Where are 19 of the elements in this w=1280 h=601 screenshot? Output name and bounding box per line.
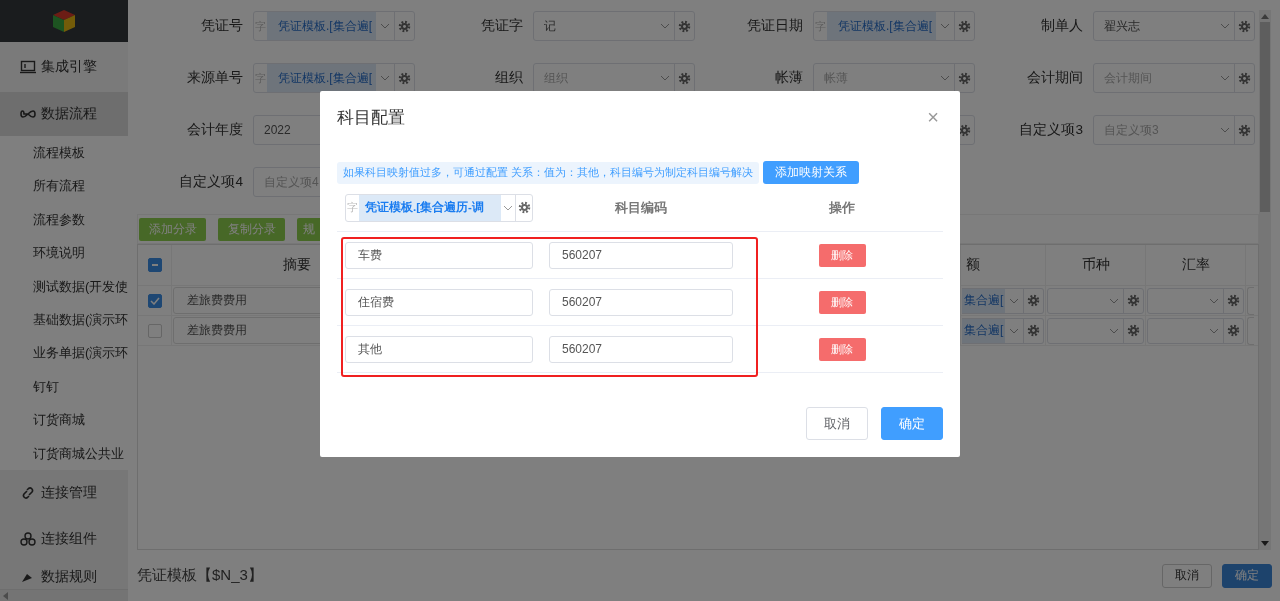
column-header: 汇率 (1146, 245, 1246, 285)
field-label: 凭证字 (480, 17, 524, 35)
field-label: 会计年度 (186, 121, 244, 139)
field-label: 凭证号 (200, 17, 244, 35)
field-label: 帐薄 (774, 69, 804, 87)
field-label: 会计期间 (1026, 69, 1084, 87)
column-header: 操作 (829, 198, 855, 217)
column-header: 科目编码 (615, 198, 667, 217)
dialog-title: 科目配置 (337, 106, 405, 129)
field-label: 来源单号 (186, 69, 244, 87)
column-header: 币种 (1046, 245, 1146, 285)
info-tip: 如果科目映射值过多，可通过配置 关系：值为：其他，科目编号为制定科目编号解决 (337, 161, 759, 184)
field-label: 自定义项4 (178, 173, 244, 191)
template-title: 凭证模板【$N_3】 (137, 566, 264, 585)
column-header: 额 (961, 245, 1046, 285)
field-label: 凭证日期 (746, 17, 804, 35)
field-label: 自定义项3 (1018, 121, 1084, 139)
field-label: 组织 (494, 69, 524, 87)
field-label: 制单人 (1040, 17, 1084, 35)
